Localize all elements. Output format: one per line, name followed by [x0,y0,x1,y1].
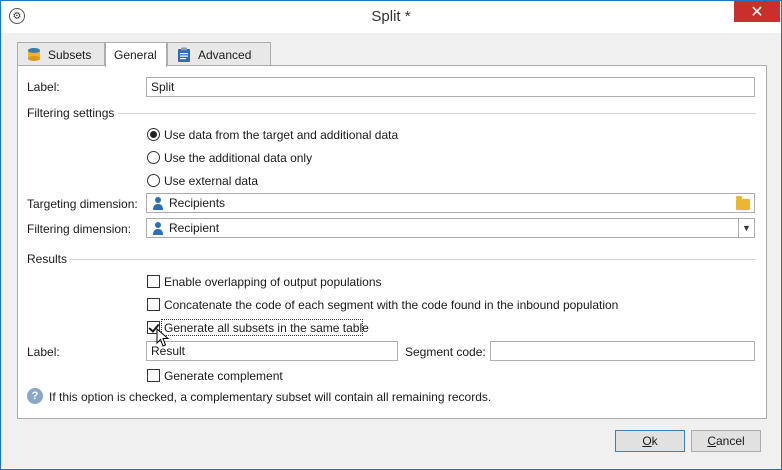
checkbox-concatenate-code[interactable] [147,298,160,311]
checkbox-generate-complement[interactable] [147,369,160,382]
chevron-down-icon[interactable]: ▼ [738,219,754,237]
filtering-dimension-caption: Filtering dimension: [27,222,132,236]
checkbox-concatenate-code-label[interactable]: Concatenate the code of each segment wit… [164,298,618,312]
checkbox-generate-complement-label[interactable]: Generate complement [164,369,283,383]
window-title: Split * [371,8,411,25]
radio-target-and-additional-label[interactable]: Use data from the target and additional … [164,128,398,142]
results-title: Results [27,252,68,266]
tab-subsets-label: Subsets [48,47,92,62]
general-tab-panel: Label: Split Filtering settings Use data… [17,65,767,419]
radio-target-and-additional[interactable] [147,128,160,141]
folder-icon[interactable] [736,196,750,210]
label-field[interactable]: Split [146,77,755,97]
checkbox-enable-overlapping[interactable] [147,275,160,288]
cancel-button-accel: C [707,434,716,448]
close-button[interactable]: ✕ [734,1,780,22]
radio-external-data-label[interactable]: Use external data [164,174,258,188]
person-icon [153,197,163,210]
segment-code-caption: Segment code: [405,345,486,359]
label-caption: Label: [27,80,60,94]
result-label-field[interactable]: Result [146,341,398,361]
result-label-caption: Label: [27,345,60,359]
filtering-settings-divider [118,113,756,114]
radio-additional-only-label[interactable]: Use the additional data only [164,151,312,165]
mouse-cursor-icon [156,328,170,347]
filtering-dimension-value: Recipient [169,221,220,235]
tab-advanced-label: Advanced [198,47,252,62]
results-divider [70,259,756,260]
ok-button[interactable]: Ok [615,430,685,452]
cancel-button-rest: ancel [715,434,745,448]
clipboard-icon [178,47,190,62]
tab-general[interactable]: General [105,42,167,67]
tab-subsets[interactable]: Subsets [17,42,105,66]
database-icon [28,47,40,61]
checkbox-generate-same-table-label[interactable]: Generate all subsets in the same table [164,321,369,335]
segment-code-field[interactable] [490,341,755,361]
radio-external-data[interactable] [147,174,160,187]
ok-button-accel: O [642,434,652,448]
targeting-dimension-value: Recipients [169,196,226,210]
help-text: If this option is checked, a complementa… [49,390,492,404]
help-icon: ? [27,388,43,404]
title-bar: ⚙ Split * ✕ [1,1,781,33]
cancel-button[interactable]: Cancel [691,430,761,452]
split-dialog-window: ⚙ Split * ✕ Subsets General Advanced Lab… [0,0,782,470]
tab-general-label: General [114,48,157,62]
targeting-dimension-field[interactable]: Recipients [146,193,755,213]
filtering-settings-title: Filtering settings [27,106,115,120]
tab-advanced[interactable]: Advanced [167,42,271,66]
person-icon [153,222,163,235]
filtering-dimension-select[interactable]: Recipient ▼ [146,218,755,238]
targeting-dimension-caption: Targeting dimension: [27,197,138,211]
ok-button-rest: k [651,434,658,448]
radio-additional-only[interactable] [147,151,160,164]
checkbox-enable-overlapping-label[interactable]: Enable overlapping of output populations [164,275,382,289]
